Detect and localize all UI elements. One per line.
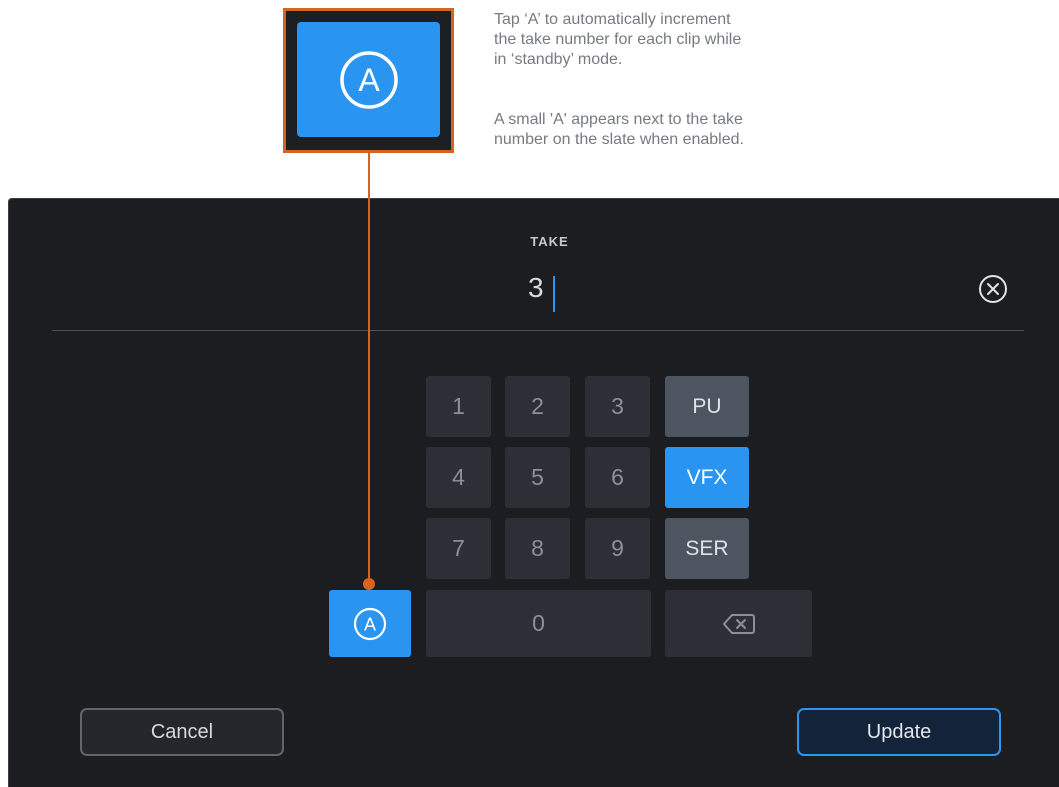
- tag-pu-button[interactable]: PU: [665, 376, 749, 437]
- key-0[interactable]: 0: [426, 590, 651, 657]
- update-button[interactable]: Update: [797, 708, 1001, 756]
- key-3[interactable]: 3: [585, 376, 650, 437]
- take-input[interactable]: 3: [528, 272, 544, 304]
- backspace-button[interactable]: [665, 590, 812, 657]
- backspace-icon: [722, 613, 755, 634]
- divider: [52, 330, 1024, 331]
- key-6[interactable]: 6: [585, 447, 650, 508]
- field-label: TAKE: [530, 234, 569, 249]
- key-8[interactable]: 8: [505, 518, 570, 579]
- key-4[interactable]: 4: [426, 447, 491, 508]
- auto-increment-icon: A: [339, 50, 398, 109]
- auto-increment-glyph: A: [364, 614, 376, 634]
- callout-leader-dot: [363, 578, 375, 590]
- key-9[interactable]: 9: [585, 518, 650, 579]
- key-7[interactable]: 7: [426, 518, 491, 579]
- key-2[interactable]: 2: [505, 376, 570, 437]
- text-cursor: [553, 276, 555, 312]
- callout-auto-increment-button: A: [297, 22, 440, 137]
- stage: A Tap ‘A’ to automatically increment the…: [0, 0, 1059, 787]
- callout-description-2: A small 'A' appears next to the take num…: [494, 111, 744, 148]
- clear-icon[interactable]: [977, 273, 1009, 305]
- auto-increment-glyph: A: [358, 62, 380, 98]
- take-entry-screen: TAKE 3 1 2 3 4 5 6 7 8 9 0 PU VFX SER A: [8, 198, 1059, 787]
- callout-frame: A: [283, 8, 454, 153]
- auto-increment-icon: A: [353, 607, 387, 640]
- key-5[interactable]: 5: [505, 447, 570, 508]
- cancel-button[interactable]: Cancel: [80, 708, 284, 756]
- callout-leader-line: [368, 153, 370, 584]
- key-1[interactable]: 1: [426, 376, 491, 437]
- tag-ser-button[interactable]: SER: [665, 518, 749, 579]
- callout-description-1: Tap ‘A’ to automatically increment the t…: [494, 11, 742, 68]
- tag-vfx-button[interactable]: VFX: [665, 447, 749, 508]
- auto-increment-button[interactable]: A: [329, 590, 411, 657]
